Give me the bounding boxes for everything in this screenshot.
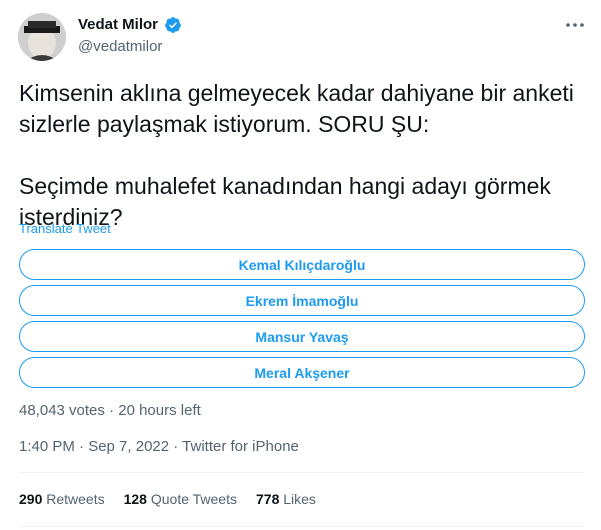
translate-tweet-link[interactable]: Translate Tweet bbox=[19, 221, 111, 236]
author-name[interactable]: Vedat Milor bbox=[78, 16, 158, 33]
poll: Kemal Kılıçdaroğlu Ekrem İmamoğlu Mansur… bbox=[19, 249, 585, 393]
tweet-text: Kimsenin aklına gelmeyecek kadar dahiyan… bbox=[19, 80, 574, 230]
divider bbox=[19, 526, 585, 527]
retweets-stat[interactable]: 290 Retweets bbox=[19, 491, 105, 507]
more-options-button[interactable] bbox=[562, 14, 588, 36]
poll-option[interactable]: Meral Akşener bbox=[19, 357, 585, 388]
poll-option[interactable]: Kemal Kılıçdaroğlu bbox=[19, 249, 585, 280]
retweets-label: Retweets bbox=[46, 491, 105, 507]
likes-stat[interactable]: 778 Likes bbox=[256, 491, 316, 507]
quote-tweets-label: Quote Tweets bbox=[150, 491, 237, 507]
verified-badge-icon bbox=[165, 17, 181, 33]
likes-label: Likes bbox=[283, 491, 316, 507]
poll-option[interactable]: Ekrem İmamoğlu bbox=[19, 285, 585, 316]
divider bbox=[19, 472, 585, 473]
tweet-stats: 290 Retweets 128 Quote Tweets 778 Likes bbox=[19, 491, 316, 507]
quote-tweets-count: 128 bbox=[123, 491, 147, 507]
poll-option[interactable]: Mansur Yavaş bbox=[19, 321, 585, 352]
quote-tweets-stat[interactable]: 128 Quote Tweets bbox=[124, 491, 237, 507]
avatar[interactable] bbox=[18, 13, 66, 61]
author-handle[interactable]: @vedatmilor bbox=[78, 38, 162, 55]
likes-count: 778 bbox=[256, 491, 280, 507]
retweets-count: 290 bbox=[19, 491, 43, 507]
poll-meta: 48,043 votes · 20 hours left bbox=[19, 402, 201, 419]
avatar-image bbox=[18, 13, 66, 61]
more-options-icon bbox=[566, 23, 584, 27]
tweet-timestamp[interactable]: 1:40 PM · Sep 7, 2022 · Twitter for iPho… bbox=[19, 438, 299, 455]
